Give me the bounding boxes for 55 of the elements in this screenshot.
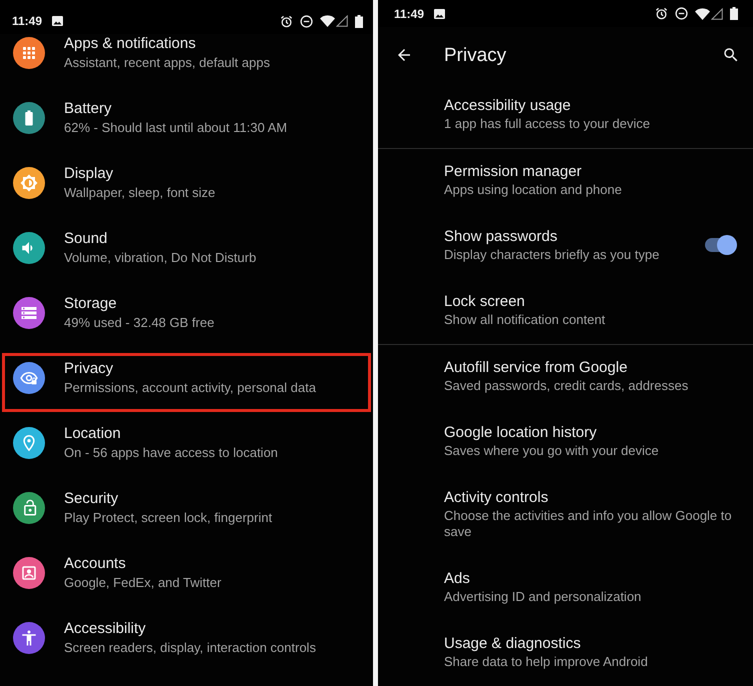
setting-title[interactable]: Accessibility [64, 618, 316, 638]
wifi-icon [320, 15, 335, 27]
setting-subtitle: Advertising ID and personalization [444, 589, 642, 605]
setting-subtitle: Volume, vibration, Do Not Disturb [64, 248, 256, 266]
setting-subtitle: On - 56 apps have access to location [64, 444, 278, 462]
battery-status-icon [355, 14, 363, 28]
toggle-switch[interactable] [703, 235, 737, 255]
setting-title[interactable]: Lock screen [444, 292, 606, 312]
setting-subtitle: Google, FedEx, and Twitter [64, 574, 222, 592]
status-time: 11:49 [394, 8, 424, 20]
setting-title[interactable]: Usage & diagnostics [444, 634, 648, 654]
screen-title: Privacy [444, 46, 506, 64]
setting-title[interactable]: Sound [64, 228, 256, 248]
alarm-clock-icon [280, 14, 293, 28]
battery-status-icon [730, 7, 738, 20]
setting-title[interactable]: Ads [444, 569, 642, 589]
do-not-disturb-icon [675, 7, 688, 20]
setting-title[interactable]: Security [64, 488, 272, 508]
setting-subtitle: Permissions, account activity, personal data [64, 378, 316, 396]
setting-subtitle: Screen readers, display, interaction controls [64, 638, 316, 656]
setting-subtitle: Display characters briefly as you type [444, 247, 660, 263]
setting-title[interactable]: Display [64, 164, 216, 184]
setting-subtitle: Saves where you go with your device [444, 443, 659, 459]
setting-subtitle: Show all notification content [444, 312, 606, 328]
setting-subtitle: Share data to help improve Android [444, 654, 648, 670]
setting-title[interactable]: Location [64, 424, 278, 444]
setting-subtitle: Saved passwords, credit cards, addresses [444, 378, 688, 394]
wifi-icon [695, 8, 710, 20]
signal-icon [711, 8, 723, 20]
setting-title[interactable]: Privacy [64, 358, 316, 378]
alarm-clock-icon [655, 7, 668, 20]
status-time: 11:49 [12, 15, 42, 27]
setting-title[interactable]: Activity controls [444, 488, 737, 508]
search-icon[interactable] [722, 46, 740, 64]
setting-subtitle: Apps using location and phone [444, 182, 622, 198]
setting-subtitle: 1 app has full access to your device [444, 116, 650, 132]
setting-title[interactable]: Accounts [64, 554, 222, 574]
image-icon [52, 16, 64, 26]
setting-title[interactable]: Battery [64, 98, 288, 118]
setting-title[interactable]: Show passwords [444, 227, 660, 247]
setting-subtitle: 62% - Should last until about 11:30 AM [64, 118, 288, 136]
setting-subtitle: Wallpaper, sleep, font size [64, 184, 216, 202]
setting-title[interactable]: Apps & notifications [64, 34, 270, 54]
setting-subtitle: Choose the activities and info you allow Google to save [444, 508, 733, 540]
signal-icon [336, 15, 348, 27]
setting-title[interactable]: Google location history [444, 423, 659, 443]
setting-title[interactable]: Autofill service from Google [444, 358, 688, 378]
do-not-disturb-icon [300, 14, 313, 28]
setting-subtitle: 49% used - 32.48 GB free [64, 314, 214, 332]
setting-subtitle: Assistant, recent apps, default apps [64, 54, 270, 72]
setting-subtitle: Play Protect, screen lock, fingerprint [64, 508, 272, 526]
setting-title[interactable]: Accessibility usage [444, 96, 650, 116]
setting-title[interactable]: Storage [64, 294, 214, 314]
setting-title[interactable]: Permission manager [444, 162, 622, 182]
image-icon [434, 8, 446, 18]
